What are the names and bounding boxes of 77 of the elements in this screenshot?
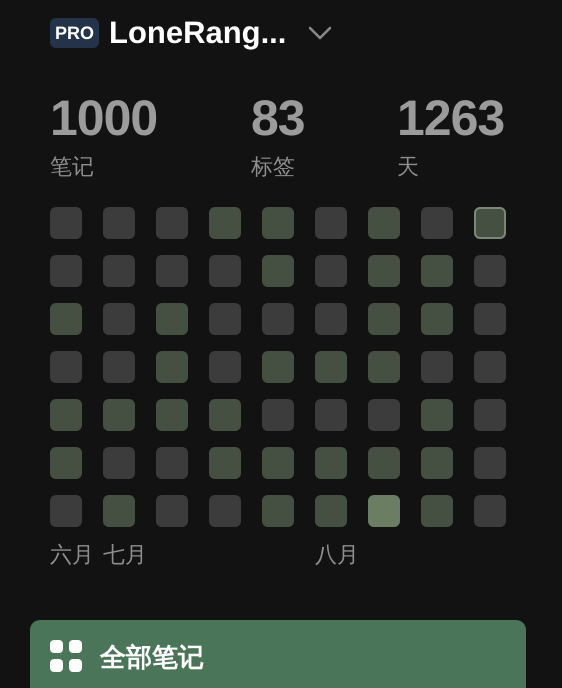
heatmap-cell[interactable] (50, 495, 82, 527)
heatmap-cell[interactable] (209, 351, 241, 383)
heatmap-cell[interactable] (474, 351, 506, 383)
heatmap-cell[interactable] (421, 303, 453, 335)
stat-label: 笔记 (50, 153, 95, 181)
heatmap-cell[interactable] (368, 303, 400, 335)
heatmap-cell[interactable] (315, 303, 347, 335)
month-label: 八月 (315, 541, 359, 569)
heatmap-cell[interactable] (50, 303, 82, 335)
heatmap-cell[interactable] (156, 351, 188, 383)
heatmap-cell[interactable] (315, 207, 347, 239)
heatmap-cell[interactable] (421, 255, 453, 287)
heatmap-cell[interactable] (156, 399, 188, 431)
stat-label: 标签 (251, 153, 296, 181)
heatmap-cell[interactable] (421, 207, 453, 239)
heatmap-cell[interactable] (315, 495, 347, 527)
grid-icon (50, 640, 82, 672)
heatmap-cell[interactable] (262, 303, 294, 335)
stat-label: 天 (397, 153, 420, 181)
heatmap-cell[interactable] (474, 447, 506, 479)
heatmap-cell[interactable] (209, 303, 241, 335)
heatmap-cell[interactable] (262, 495, 294, 527)
heatmap-cell[interactable] (315, 351, 347, 383)
heatmap-cell[interactable] (103, 303, 135, 335)
heatmap-cell[interactable] (474, 303, 506, 335)
heatmap-cell[interactable] (50, 447, 82, 479)
heatmap-cell[interactable] (209, 399, 241, 431)
heatmap-cell[interactable] (315, 399, 347, 431)
stat-value: 1000 (50, 91, 158, 145)
heatmap-cell[interactable] (50, 399, 82, 431)
heatmap-cell[interactable] (262, 207, 294, 239)
heatmap-cell[interactable] (474, 255, 506, 287)
heatmap-cell[interactable] (262, 351, 294, 383)
heatmap-cell[interactable] (262, 447, 294, 479)
heatmap-cell[interactable] (103, 351, 135, 383)
all-notes-button[interactable]: 全部笔记 (30, 620, 526, 688)
heatmap-cell[interactable] (103, 207, 135, 239)
heatmap-cell[interactable] (368, 399, 400, 431)
heatmap-cell[interactable] (50, 207, 82, 239)
heatmap-cell[interactable] (421, 351, 453, 383)
heatmap-cell[interactable] (156, 207, 188, 239)
heatmap-cell[interactable] (315, 447, 347, 479)
heatmap-cell[interactable] (209, 255, 241, 287)
heatmap-cell[interactable] (103, 399, 135, 431)
heatmap-cell[interactable] (474, 495, 506, 527)
heatmap-cell[interactable] (156, 303, 188, 335)
heatmap-cell[interactable] (421, 495, 453, 527)
account-name[interactable]: LoneRang... (109, 15, 286, 51)
heatmap-cell[interactable] (262, 399, 294, 431)
heatmap-cell[interactable] (474, 399, 506, 431)
heatmap-cell[interactable] (209, 495, 241, 527)
heatmap-cell[interactable] (421, 399, 453, 431)
heatmap-cell[interactable] (368, 495, 400, 527)
heatmap-cell[interactable] (474, 207, 506, 239)
heatmap-cell[interactable] (103, 447, 135, 479)
heatmap-cell[interactable] (368, 351, 400, 383)
month-label: 七月 (103, 541, 147, 569)
chevron-down-icon[interactable] (308, 26, 332, 40)
heatmap-cell[interactable] (209, 447, 241, 479)
heatmap-cell[interactable] (103, 495, 135, 527)
heatmap-cell[interactable] (262, 255, 294, 287)
heatmap-cell[interactable] (368, 255, 400, 287)
heatmap-cell[interactable] (368, 447, 400, 479)
heatmap-cell[interactable] (50, 351, 82, 383)
heatmap-cell[interactable] (315, 255, 347, 287)
heatmap-cell[interactable] (156, 255, 188, 287)
stat-value: 83 (251, 91, 306, 145)
heatmap-cell[interactable] (50, 255, 82, 287)
stat-value: 1263 (397, 91, 506, 145)
heatmap-cell[interactable] (103, 255, 135, 287)
heatmap-cell[interactable] (156, 447, 188, 479)
heatmap-cell[interactable] (156, 495, 188, 527)
heatmap-cell[interactable] (209, 207, 241, 239)
heatmap-cell[interactable] (421, 447, 453, 479)
month-label: 六月 (50, 541, 94, 569)
heatmap-cell[interactable] (368, 207, 400, 239)
pro-badge: PRO (50, 18, 100, 48)
